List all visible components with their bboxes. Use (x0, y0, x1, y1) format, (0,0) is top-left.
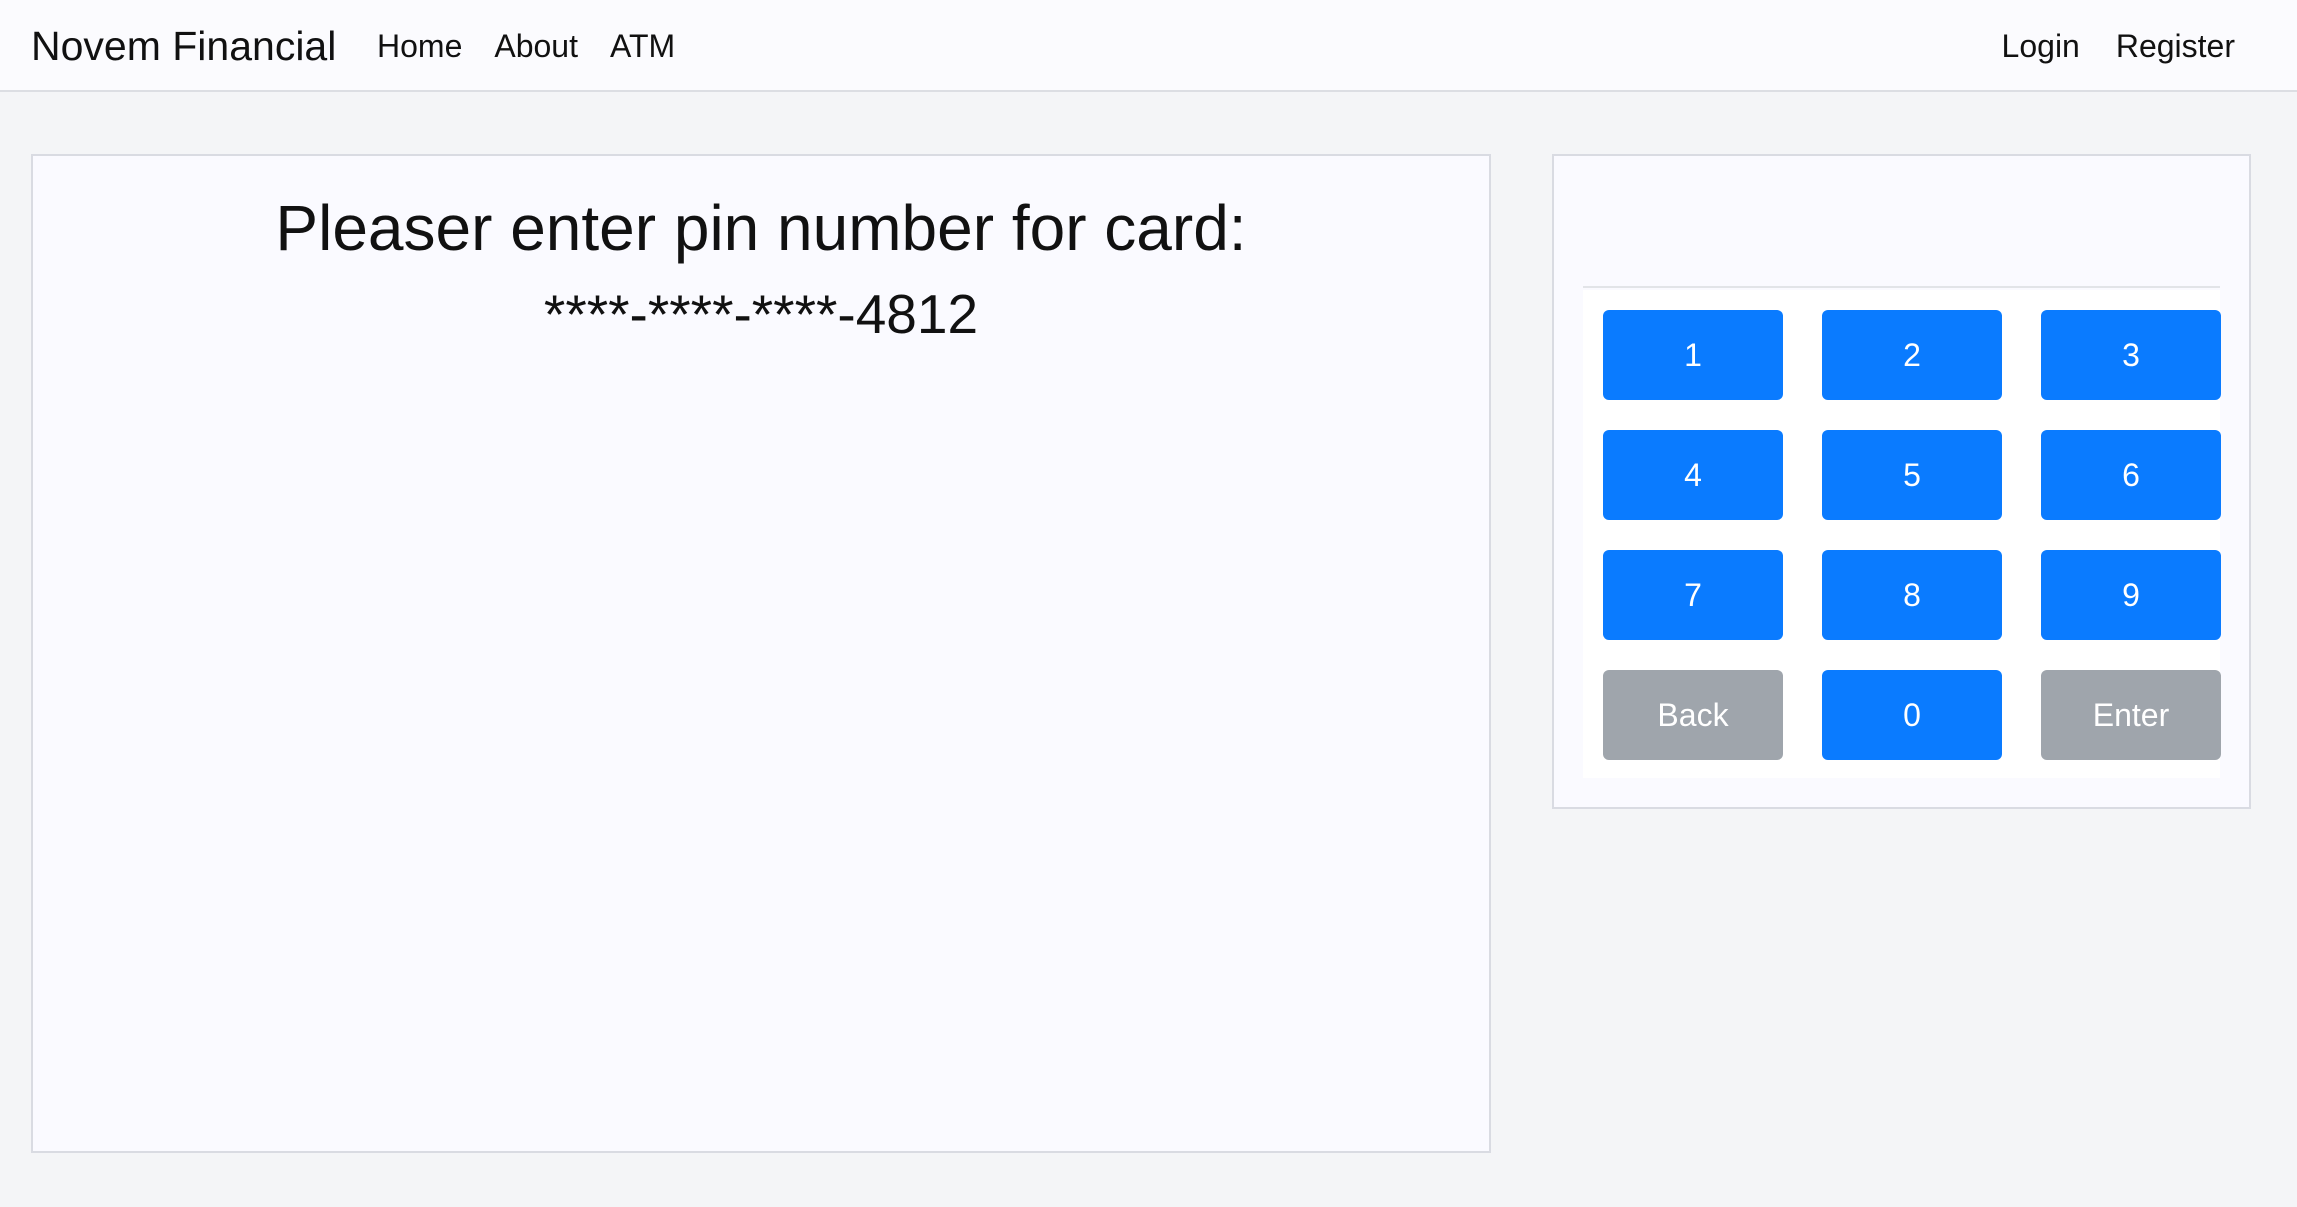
enter-button[interactable]: Enter (2041, 670, 2221, 760)
pin-prompt-text: Pleaser enter pin number for card: (275, 192, 1247, 264)
key-0-button[interactable]: 0 (1822, 670, 2002, 760)
nav-link-about[interactable]: About (494, 26, 578, 66)
key-1-button[interactable]: 1 (1603, 310, 1783, 400)
brand-link[interactable]: Novem Financial (31, 22, 336, 70)
key-8-button[interactable]: 8 (1822, 550, 2002, 640)
nav-right-links: Login Register (2002, 26, 2235, 66)
key-2-button[interactable]: 2 (1822, 310, 2002, 400)
key-3-button[interactable]: 3 (2041, 310, 2221, 400)
key-4-button[interactable]: 4 (1603, 430, 1783, 520)
nav-left-links: Home About ATM (377, 26, 675, 66)
nav-link-atm[interactable]: ATM (610, 26, 675, 66)
back-button[interactable]: Back (1603, 670, 1783, 760)
key-9-button[interactable]: 9 (2041, 550, 2221, 640)
key-7-button[interactable]: 7 (1603, 550, 1783, 640)
key-6-button[interactable]: 6 (2041, 430, 2221, 520)
keypad-panel: 1 2 3 4 5 6 7 8 9 Back 0 Enter (1552, 154, 2251, 809)
nav-link-login[interactable]: Login (2002, 26, 2080, 66)
nav-link-home[interactable]: Home (377, 26, 462, 66)
pin-display (1583, 184, 2220, 288)
atm-screen-panel: Pleaser enter pin number for card: ****-… (31, 154, 1491, 1153)
keypad-grid: 1 2 3 4 5 6 7 8 9 Back 0 Enter (1583, 290, 2221, 778)
top-navbar: Novem Financial Home About ATM Login Reg… (0, 0, 2297, 92)
masked-card-number: ****-****-****-4812 (543, 283, 979, 345)
nav-link-register[interactable]: Register (2116, 26, 2235, 66)
key-5-button[interactable]: 5 (1822, 430, 2002, 520)
